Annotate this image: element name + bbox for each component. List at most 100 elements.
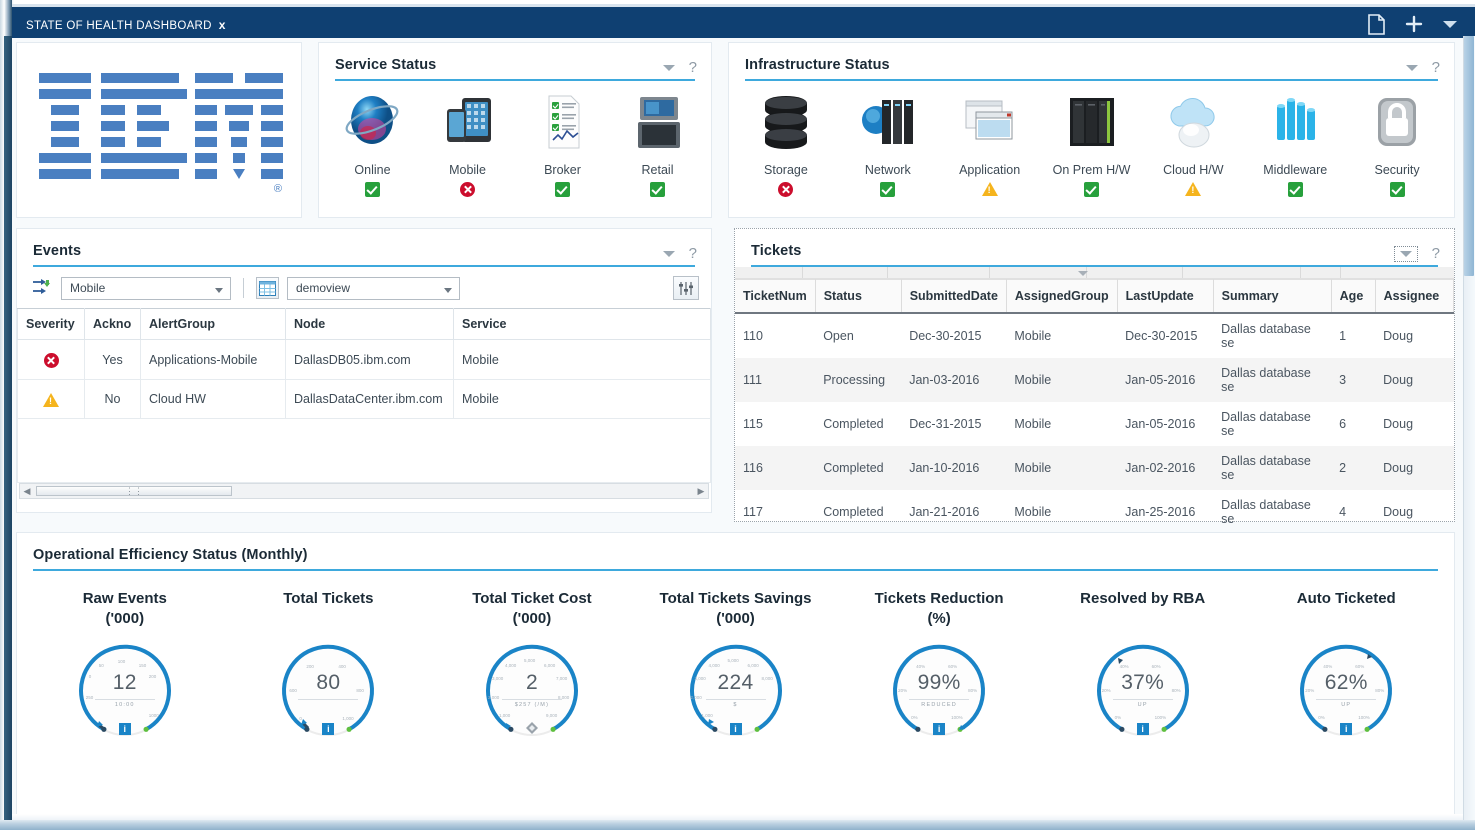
gauge-dial[interactable]: 40% 60% 20% 80% 0% 100% 62% UP i (1298, 643, 1394, 739)
tickets-col-age[interactable]: Age (1331, 280, 1375, 314)
events-scrollbar-thumb[interactable]: ⋮⋮ (36, 486, 232, 496)
grid-view-icon[interactable] (256, 277, 279, 299)
gauge-dial[interactable]: 100 50 150 0 200 250 1000 12 10:00 i (77, 643, 173, 739)
tickets-cell-age: 4 (1331, 490, 1375, 534)
middleware-stack-icon (1244, 91, 1346, 153)
table-row[interactable]: 110 Open Dec-30-2015 Mobile Dec-30-2015 … (735, 313, 1454, 358)
tickets-cell-ticketnum: 110 (735, 313, 815, 358)
events-filter-select[interactable]: Mobile (61, 277, 231, 300)
tickets-collapse-button[interactable] (1394, 246, 1418, 262)
divider (745, 79, 1438, 81)
service-status-label: Mobile (420, 163, 515, 177)
tickets-col-status[interactable]: Status (815, 280, 901, 314)
diamond-icon[interactable] (525, 721, 539, 735)
events-col-ackno[interactable]: Ackno (85, 309, 141, 340)
chevron-down-icon[interactable] (1406, 65, 1418, 71)
tickets-col-summary[interactable]: Summary (1213, 280, 1331, 314)
gauge-tick: 40% (1120, 664, 1129, 669)
gauge-dial[interactable]: 5,000 4,000 6,000 3,000 7,000 2,000 8,00… (484, 643, 580, 739)
gauges-row: Raw Events ('000) 100 50 15 (17, 571, 1454, 739)
tickets-col-submitteddate[interactable]: SubmittedDate (901, 280, 1006, 314)
events-horizontal-scrollbar[interactable]: ◀ ⋮⋮ ▶ (19, 483, 709, 499)
events-title: Events (33, 243, 695, 259)
service-status-label: Online (325, 163, 420, 177)
tickets-card[interactable]: Tickets ? TicketNu (734, 228, 1455, 522)
info-icon[interactable]: i (119, 723, 131, 735)
infra-status-item-storage[interactable]: Storage (735, 91, 837, 197)
info-icon[interactable]: i (322, 723, 334, 735)
infra-status-item-application[interactable]: Application (939, 91, 1041, 197)
table-row[interactable]: 111 Processing Jan-03-2016 Mobile Jan-05… (735, 358, 1454, 402)
events-col-node[interactable]: Node (286, 309, 454, 340)
page-scrollbar[interactable] (1463, 36, 1475, 830)
gauge-underline (502, 699, 562, 700)
table-row[interactable]: 115 Completed Dec-31-2015 Mobile Jan-05-… (735, 402, 1454, 446)
tickets-sort-bar[interactable] (735, 267, 1454, 279)
gauge-tick: 250 (86, 695, 94, 700)
gauge-caption: REDUCED (891, 702, 987, 708)
windows-stack-icon (939, 91, 1041, 153)
tickets-col-assignee[interactable]: Assignee (1375, 280, 1453, 314)
help-icon[interactable]: ? (1432, 245, 1440, 262)
chevron-down-icon[interactable] (1443, 21, 1457, 28)
gauge-value: 12 (77, 671, 173, 695)
tickets-col-lastupdate[interactable]: LastUpdate (1117, 280, 1213, 314)
gauge-tickets-reduction: Tickets Reduction (%) 40% 60% 20% (837, 589, 1041, 739)
help-icon[interactable]: ? (1432, 59, 1440, 76)
gauge-caption: 10:00 (77, 702, 173, 708)
table-row[interactable]: 117 Completed Jan-21-2016 Mobile Jan-25-… (735, 490, 1454, 534)
help-icon[interactable]: ? (689, 59, 697, 76)
gauge-tick: 100% (1358, 715, 1370, 720)
plus-icon[interactable] (1405, 15, 1423, 33)
status-badge-ok (365, 182, 380, 197)
gauge-dial[interactable]: 40% 60% 20% 80% 0% 100% 99% REDUCED i (891, 643, 987, 739)
page-scrollbar-thumb[interactable] (1464, 36, 1474, 276)
events-col-alertgroup[interactable]: AlertGroup (141, 309, 286, 340)
infra-status-item-onprem[interactable]: On Prem H/W (1041, 91, 1143, 197)
service-status-item-retail[interactable]: Retail (610, 91, 705, 197)
info-icon[interactable]: i (730, 723, 742, 735)
infra-status-item-cloud[interactable]: Cloud H/W (1142, 91, 1244, 197)
gauge-dial[interactable]: 200 400 600 800 0 1,000 80 i (280, 643, 376, 739)
events-cell-alertgroup: Cloud HW (141, 380, 286, 419)
chevron-down-icon[interactable] (663, 251, 675, 257)
infra-status-item-security[interactable]: Security (1346, 91, 1448, 197)
gauge-tick: 150 (139, 663, 147, 668)
gauge-tick: 0% (1318, 715, 1325, 720)
dashboard-tab[interactable]: STATE OF HEALTH DASHBOARDx (16, 12, 236, 38)
network-servers-icon (837, 91, 939, 153)
events-view-select[interactable]: demoview (287, 277, 460, 300)
info-icon[interactable]: i (1137, 723, 1149, 735)
info-icon[interactable]: i (933, 723, 945, 735)
service-status-item-online[interactable]: Online (325, 91, 420, 197)
table-row[interactable]: 116 Completed Jan-10-2016 Mobile Jan-02-… (735, 446, 1454, 490)
events-col-service[interactable]: Service (454, 309, 711, 340)
service-status-item-broker[interactable]: Broker (515, 91, 610, 197)
sliders-icon[interactable] (673, 276, 699, 300)
gauge-dial[interactable]: 40% 60% 20% 80% 0% 100% 37% UP i (1095, 643, 1191, 739)
document-icon[interactable] (1368, 14, 1385, 35)
gauge-total-ticket-cost: Total Ticket Cost ('000) 5,000 4,000 6,0… (430, 589, 634, 739)
left-arrow-icon[interactable]: ◀ (20, 486, 34, 497)
tickets-col-ticketnum[interactable]: TicketNum (735, 280, 815, 314)
service-status-item-mobile[interactable]: Mobile (420, 91, 515, 197)
service-status-label: Retail (610, 163, 705, 177)
events-header: Events ? (17, 229, 711, 267)
table-row[interactable]: No Cloud HW DallasDataCenter.ibm.com Mob… (18, 380, 711, 419)
gauge-tick: 0 (299, 716, 302, 721)
info-icon[interactable]: i (1340, 723, 1352, 735)
events-col-severity[interactable]: Severity (18, 309, 85, 340)
right-arrow-icon[interactable]: ▶ (694, 486, 708, 497)
close-icon[interactable]: x (219, 18, 226, 32)
kiosk-terminal-icon (610, 91, 705, 153)
table-row[interactable]: Yes Applications-Mobile DallasDB05.ibm.c… (18, 340, 711, 380)
tickets-col-assignedgroup[interactable]: AssignedGroup (1006, 280, 1117, 314)
tickets-cell-status: Completed (815, 402, 901, 446)
chevron-down-icon[interactable] (663, 65, 675, 71)
sort-descending-icon[interactable] (1078, 271, 1088, 276)
gauge-dial[interactable]: 5,000 4,000 6,000 3,000 8,000 2,000 1,00… (688, 643, 784, 739)
infra-status-item-middleware[interactable]: Middleware (1244, 91, 1346, 197)
event-filter-icon[interactable] (31, 277, 53, 300)
help-icon[interactable]: ? (689, 245, 697, 262)
infra-status-item-network[interactable]: Network (837, 91, 939, 197)
